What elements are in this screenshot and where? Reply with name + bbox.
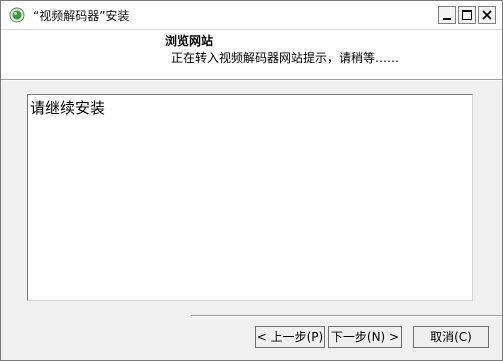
next-button[interactable]: 下一步(N) > [328, 326, 402, 348]
app-icon [9, 7, 25, 23]
title-bar[interactable]: “视频解码器”安装 [1, 1, 502, 30]
back-button[interactable]: < 上一步(P) [255, 326, 325, 348]
window-title: “视频解码器”安装 [33, 9, 130, 23]
content-box: 请继续安装 [27, 94, 473, 301]
cancel-button[interactable]: 取消(C) [413, 326, 489, 348]
content-text: 请继续安装 [30, 99, 106, 117]
header-divider [1, 79, 502, 81]
header-subtitle: 正在转入视频解码器网站提示，请稍等…… [171, 51, 400, 65]
header-title: 浏览网站 [165, 34, 214, 48]
minimize-icon [443, 18, 451, 20]
close-button[interactable] [478, 6, 496, 24]
footer-divider [191, 315, 502, 317]
maximize-button[interactable] [458, 6, 476, 24]
installer-window: “视频解码器”安装 浏览网站 正在转入视频解码器网站提示，请稍等…… 请继续安装… [0, 0, 503, 361]
minimize-button[interactable] [438, 6, 456, 24]
close-icon [482, 10, 492, 20]
maximize-icon [462, 10, 472, 20]
wizard-header: 浏览网站 正在转入视频解码器网站提示，请稍等…… [1, 30, 502, 79]
